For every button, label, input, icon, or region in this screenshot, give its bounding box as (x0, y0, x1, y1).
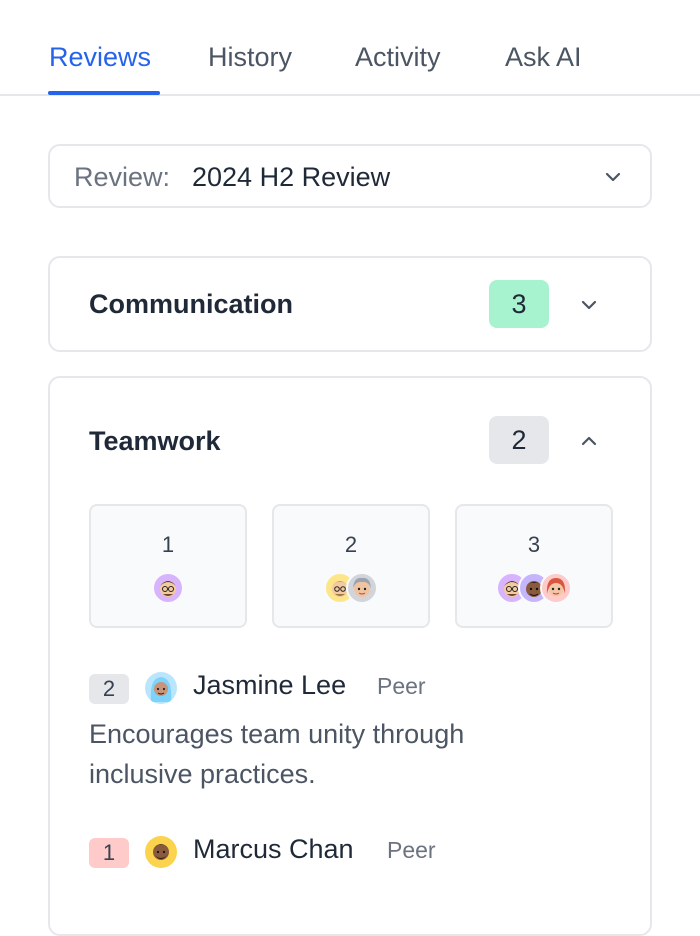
review-item: 1 Marcus Chan Peer (89, 834, 629, 878)
tab-history[interactable]: History (208, 42, 292, 73)
teamwork-score-badge: 2 (489, 416, 549, 464)
chevron-up-icon[interactable] (575, 427, 603, 455)
tab-ask-ai[interactable]: Ask AI (505, 42, 582, 73)
score-distribution-1[interactable]: 1 (89, 504, 247, 628)
memoji-beard-icon (145, 836, 177, 868)
score-distribution-3[interactable]: 3 (455, 504, 613, 628)
reviewer-avatars (457, 572, 611, 606)
distribution-score: 3 (527, 532, 541, 557)
teamwork-title: Teamwork (89, 426, 221, 456)
chevron-down-icon (604, 168, 622, 191)
tab-bar: Reviews History Activity Ask AI (0, 0, 700, 96)
review-score-badge: 1 (89, 838, 129, 868)
score-distribution-2[interactable]: 2 (272, 504, 430, 628)
review-select[interactable]: Review: 2024 H2 Review (48, 144, 652, 208)
tab-reviews[interactable]: Reviews (49, 42, 151, 73)
reviewer-avatars (91, 572, 245, 606)
distribution-score: 1 (161, 532, 175, 557)
active-tab-indicator (48, 91, 160, 95)
review-select-label: Review: (74, 162, 171, 192)
review-item: 2 Jasmine Lee Peer Encourages team unity… (89, 670, 629, 794)
reviewer-avatars (274, 572, 428, 606)
tab-activity[interactable]: Activity (355, 42, 441, 73)
reviewer-role: Peer (377, 673, 426, 699)
review-score-badge: 2 (89, 674, 129, 704)
chevron-down-icon[interactable] (575, 291, 603, 319)
communication-title: Communication (89, 289, 294, 319)
memoji-red-hair-icon (540, 572, 572, 604)
reviewer-role: Peer (387, 837, 436, 863)
memoji-hijab-icon (145, 672, 177, 704)
reviewer-name: Jasmine Lee (193, 670, 347, 700)
memoji-glasses-icon (152, 572, 184, 604)
review-comment: Encourages team unity through inclusive … (89, 719, 465, 789)
communication-card[interactable]: Communication 3 (48, 256, 652, 352)
reviewer-name: Marcus Chan (193, 834, 354, 864)
teamwork-card: Teamwork 2 1 2 3 2 Jasmine Lee Peer Enco… (48, 376, 652, 936)
distribution-score: 2 (344, 532, 358, 557)
communication-score-badge: 3 (489, 280, 549, 328)
review-select-value: 2024 H2 Review (192, 162, 391, 192)
memoji-grey-hair-icon (346, 572, 378, 604)
